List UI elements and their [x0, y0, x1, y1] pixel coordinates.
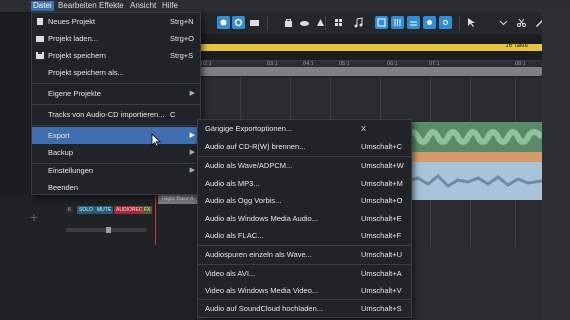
keyboard-icon [377, 18, 386, 27]
toolbar-button-2[interactable] [232, 16, 245, 29]
music-note-icon [220, 19, 227, 26]
toolbar-button-8[interactable] [352, 16, 365, 29]
submenu-arrow-icon: ▶ [189, 167, 195, 174]
export-item-wave[interactable]: Audio als Wave/ADPCM... Umschalt+W [198, 157, 411, 174]
waveform-green [405, 129, 545, 145]
export-item-ogg[interactable]: Audio als Ogg Vorbis... Umschalt+O [198, 192, 411, 209]
audiorec-button[interactable]: AUDIOREC [114, 206, 145, 214]
toolbar-button-7[interactable] [332, 16, 345, 29]
export-item-mp3[interactable]: Audio als MP3... Umschalt+M [198, 175, 411, 192]
settings-icon [443, 20, 448, 25]
menu-item-import-cd[interactable]: Tracks von Audio-CD importieren... C [32, 106, 200, 123]
toolbar [197, 12, 570, 34]
folder-icon [36, 36, 44, 42]
new-project-icon [37, 18, 43, 25]
toolbar-button-10[interactable] [391, 16, 404, 29]
waveform-blue [407, 173, 543, 188]
chevron-down-icon [499, 20, 508, 26]
folder-icon [250, 20, 259, 26]
pointer-tool-button[interactable] [465, 16, 478, 29]
export-item-avi[interactable]: Video als AVI... Umschalt+A [198, 265, 411, 282]
submenu-arrow-icon: ▶ [189, 90, 195, 97]
volume-knob[interactable] [106, 227, 111, 233]
bag-icon [285, 19, 292, 27]
menu-item-backup[interactable]: Backup ▶ [32, 144, 200, 161]
mouse-cursor-icon [151, 133, 161, 147]
export-item-wma[interactable]: Audio als Windows Media Audio... Umschal… [198, 210, 411, 227]
cloud-icon [300, 21, 309, 26]
mute-button[interactable]: MUTE [95, 206, 114, 214]
submenu-arrow-icon: ▶ [189, 149, 195, 156]
export-item-wmv[interactable]: Video als Windows Media Video... Umschal… [198, 282, 411, 299]
track-number: 6 [66, 206, 73, 214]
menu-item-export[interactable]: Export ▶ [32, 127, 200, 144]
equalizer-icon [410, 21, 417, 26]
toolbar-button-12[interactable] [423, 16, 436, 29]
solo-button[interactable]: SOLO [77, 206, 95, 214]
disc-icon [234, 18, 243, 27]
export-item-common-options[interactable]: Gängige Exportoptionen... X [198, 120, 411, 137]
toolbar-button-9[interactable] [375, 16, 388, 29]
toolbar-button-16[interactable] [515, 16, 528, 29]
horizontal-scrollbar[interactable] [200, 67, 542, 76]
save-icon [36, 52, 44, 59]
track-volume-slider[interactable] [66, 227, 146, 233]
toolbar-button-15[interactable] [497, 16, 510, 29]
menu-effekte[interactable]: Effekte [97, 1, 126, 11]
export-item-tracks-wave[interactable]: Audiospuren einzeln als Wave... Umschalt… [198, 246, 411, 263]
menu-item-save-project[interactable]: Projekt speichern Strg+S [32, 47, 200, 64]
toolbar-button-3[interactable] [248, 16, 261, 29]
audio-clip-green[interactable] [405, 122, 545, 152]
audio-clip-blue[interactable] [407, 162, 543, 200]
file-menu: Neues Projekt Strg+N Projekt laden... St… [31, 12, 201, 195]
menu-hilfe[interactable]: Hilfe [160, 1, 180, 11]
toolbar-button-1[interactable] [217, 16, 230, 29]
menu-item-save-project-as[interactable]: Projekt speichern als... [32, 64, 200, 81]
right-sidebar [542, 12, 570, 320]
bar-length-ruler[interactable]: 16 Takte [197, 43, 542, 51]
submenu-arrow-icon: ▶ [189, 132, 195, 139]
grid-icon [335, 19, 342, 26]
arrow-pointer-icon [468, 18, 475, 27]
speaker-icon [427, 20, 432, 25]
track-header: 6 SOLO MUTE AUDIOREC FX [60, 206, 155, 215]
menu-datei[interactable]: Datei [31, 1, 54, 11]
menu-item-load-project[interactable]: Projekt laden... Strg+O [32, 30, 200, 47]
menu-item-quit[interactable]: Beenden [32, 179, 200, 196]
add-track-icon[interactable]: + [30, 210, 44, 224]
bar-length-label: 16 Takte [505, 43, 528, 49]
menu-bearbeiten[interactable]: Bearbeiten [56, 1, 99, 11]
menu-item-own-projects[interactable]: Eigene Projekte ▶ [32, 85, 200, 102]
note-icon [354, 17, 363, 28]
fx-button[interactable]: FX [142, 206, 153, 214]
toolbar-button-13[interactable] [439, 16, 452, 29]
toolbar-button-4[interactable] [282, 16, 295, 29]
menu-item-settings[interactable]: Einstellungen ▶ [32, 162, 200, 179]
menu-ansicht[interactable]: Ansicht [128, 1, 158, 11]
scissors-icon [517, 18, 526, 27]
export-item-flac[interactable]: Audio als FLAC... Umschalt+F [198, 227, 411, 244]
mixer-icon [394, 19, 401, 26]
menu-item-new-project[interactable]: Neues Projekt Strg+N [32, 13, 200, 30]
export-item-soundcloud[interactable]: Audio auf SoundCloud hochladen... Umscha… [198, 300, 411, 317]
export-submenu: Gängige Exportoptionen... X Audio auf CD… [197, 119, 412, 318]
toolbar-button-11[interactable] [407, 16, 420, 29]
export-item-burn-cd[interactable]: Audio auf CD-R(W) brennen... Umschalt+C [198, 138, 411, 155]
toolbar-button-5[interactable] [298, 16, 311, 29]
audio-clip-orange[interactable] [408, 152, 542, 162]
